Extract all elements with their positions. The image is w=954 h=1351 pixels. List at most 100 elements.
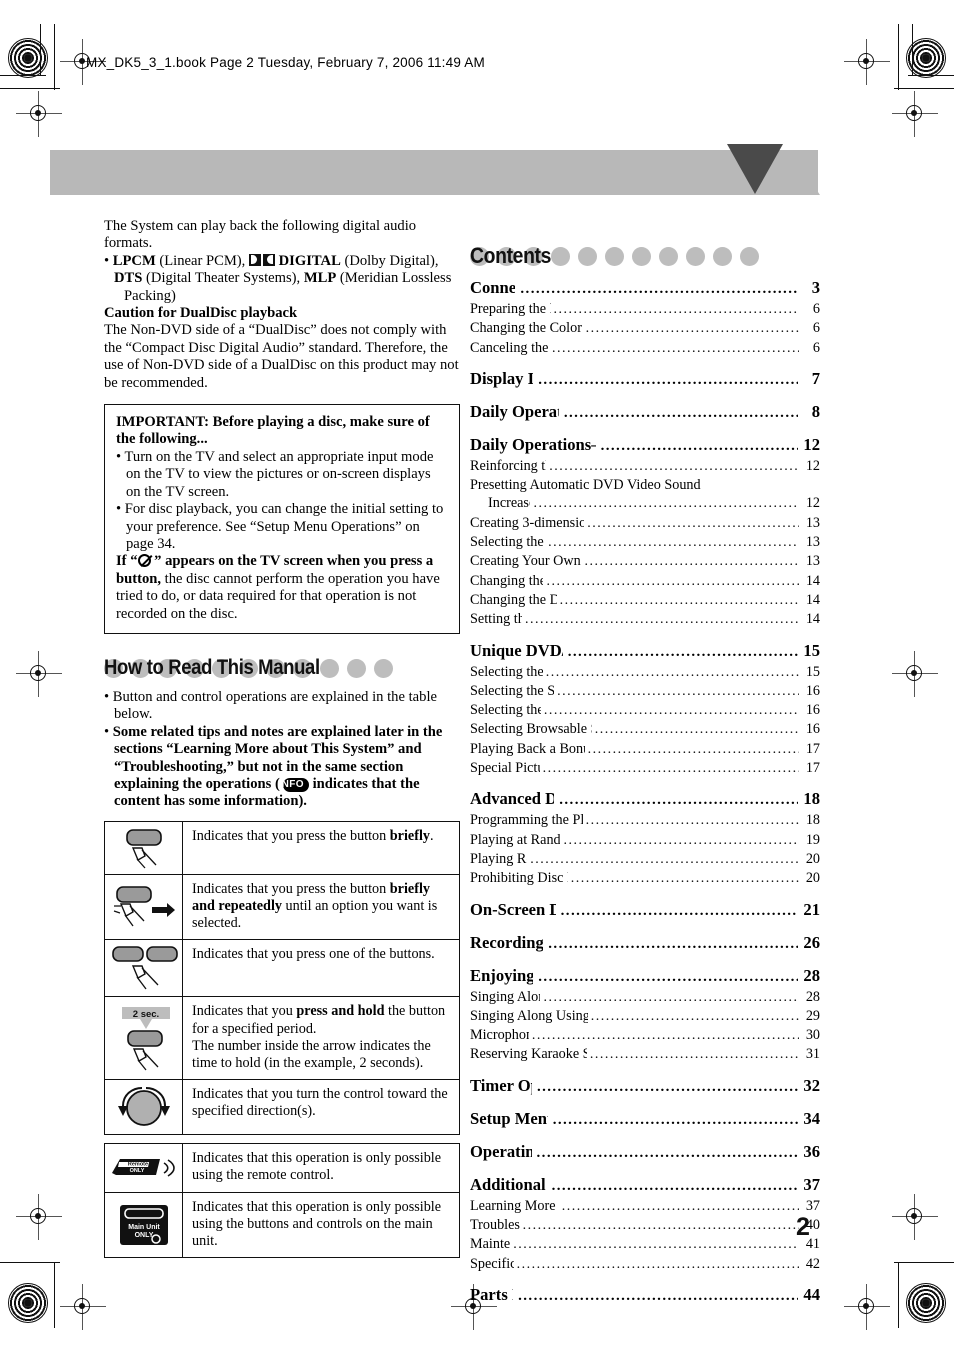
toc-entry-page: 26: [803, 932, 820, 952]
toc-entry-minor[interactable]: Selecting the Sound Track 15: [470, 663, 820, 682]
toc-entry-minor[interactable]: Maintenance41: [470, 1235, 820, 1254]
toc-entry-minor[interactable]: Learning More about This System37: [470, 1197, 820, 1216]
table-of-contents: Connections 3 Preparing the Remote Control…: [470, 277, 820, 1307]
toc-entry-major[interactable]: Unique DVD/VCD Operations 15: [470, 640, 820, 663]
svg-text:Remote: Remote: [127, 1161, 147, 1167]
toc-entry-major[interactable]: Timer Operations 32: [470, 1075, 820, 1098]
toc-entry-minor[interactable]: Playing Back a Bonus Group (CA-MXDK5 onl…: [470, 740, 820, 759]
toc-entry-label: Special Picture Playback: [470, 760, 540, 777]
toc-entry-page: 31: [805, 1046, 820, 1063]
toc-leader-dots: [563, 832, 799, 850]
toc-entry-major[interactable]: Enjoying Karaoke 28: [470, 965, 820, 988]
toc-leader-dots: [585, 553, 799, 571]
toc-entry-minor[interactable]: Creating 3-dimensional Sound Field—3D Ph…: [470, 514, 820, 533]
toc-entry-minor[interactable]: Creating Your Own Sound Modes—User Mode 1…: [470, 552, 820, 571]
toc-leader-dots: [559, 790, 798, 811]
toc-entry-major[interactable]: Additional Information 37: [470, 1174, 820, 1197]
toc-leader-dots: [523, 1217, 799, 1235]
toc-entry-minor[interactable]: Reinforcing the Bass Sound 12: [470, 457, 820, 476]
toc-entry-minor[interactable]: Preparing the Remote Control 6: [470, 300, 820, 319]
toc-entry-label: Playing at Random—Random Play: [470, 831, 561, 848]
toc-entry-minor[interactable]: Selecting the Sound Modes 13: [470, 533, 820, 552]
registration-crosshair-right-lower: [892, 1194, 938, 1240]
important-footer-lead: If “: [116, 553, 138, 570]
toc-entry-minor[interactable]: Selecting Browsable Still Pictures (CA-M…: [470, 720, 820, 739]
toc-entry-page: 13: [805, 553, 820, 570]
toc-entry-minor[interactable]: Changing the Display Brightness 14: [470, 591, 820, 610]
toc-entry-minor[interactable]: Singing Along (Karaoke) 28: [470, 988, 820, 1007]
toc-entry-label: Microphone Mixing: [470, 1027, 529, 1044]
important-heading: IMPORTANT: Before playing a disc, make s…: [116, 414, 430, 448]
toc-leader-dots: [564, 403, 798, 424]
toc-entry-major[interactable]: Display Indication 7: [470, 368, 820, 391]
registration-crosshair-right-middle: [892, 651, 938, 697]
toc-entry-major[interactable]: Daily Operations—Playback 8: [470, 401, 820, 424]
toc-entry-minor[interactable]: Selecting the Subtitle Language 16: [470, 682, 820, 701]
table-row: Indicates that you turn the control towa…: [104, 1079, 460, 1136]
toc-entry-label: Setup Menu Operations: [470, 1108, 548, 1128]
toc-entry-minor[interactable]: Changing the Picture Tone 14: [470, 572, 820, 591]
toc-entry-label: Maintenance: [470, 1236, 511, 1253]
toc-entry-page: 14: [805, 611, 820, 628]
toc-entry-major[interactable]: Connections 3: [470, 277, 820, 300]
toc-entry-minor[interactable]: Presetting Automatic DVD Video Sound: [470, 476, 820, 494]
toc-entry-minor[interactable]: Singing Along Using Stereo Discs—Vocal M…: [470, 1007, 820, 1026]
trim-mark-bottom-left-v: [54, 1262, 56, 1328]
toc-leader-dots: [552, 1176, 798, 1197]
toc-entry-label: Additional Information: [470, 1174, 547, 1194]
toc-entry-minor[interactable]: Selecting the View Angle 16: [470, 701, 820, 720]
toc-leader-dots: [525, 611, 799, 629]
toc-entry-label: Reserving Karaoke Songs—Karaoke Program …: [470, 1046, 587, 1063]
table-row: 2 sec. Indicates that you press and hold…: [104, 996, 460, 1081]
page-header-band: [50, 150, 818, 195]
registration-crosshair-right-upper: [892, 91, 938, 137]
toc-entry-major[interactable]: Operating the TV 36: [470, 1141, 820, 1164]
press-and-hold-icon: 2 sec.: [104, 996, 183, 1081]
toc-entry-major[interactable]: On-Screen Disc Operations 21: [470, 899, 820, 922]
toc-entry-minor[interactable]: Setting the Clock 14: [470, 610, 820, 629]
toc-entry-minor[interactable]: Programming the Playing Order—Program Pl…: [470, 811, 820, 830]
registration-crosshair-left-upper: [16, 91, 62, 137]
toc-entry-minor[interactable]: Increase Level 12: [470, 494, 820, 513]
toc-entry-major[interactable]: Recording Operations 26: [470, 932, 820, 955]
contents-heading: Contents: [470, 241, 820, 271]
toc-entry-page: 7: [811, 368, 820, 388]
toc-entry-major[interactable]: Daily Operations—Sound & Other Adjustmen…: [470, 434, 820, 457]
toc-leader-dots: [520, 279, 798, 300]
trim-mark-top-right-v: [898, 24, 900, 90]
toc-entry-page: 19: [805, 831, 820, 848]
toc-entry-label: Creating Your Own Sound Modes—User Mode: [470, 553, 582, 570]
toc-leader-dots: [554, 301, 799, 319]
toc-entry-minor[interactable]: Reserving Karaoke Songs—Karaoke Program …: [470, 1045, 820, 1064]
toc-entry-major[interactable]: Setup Menu Operations 34: [470, 1108, 820, 1131]
toc-entry-page: 12: [805, 457, 820, 474]
toc-entry-label: Playing Back a Bonus Group (CA-MXDK5 onl…: [470, 740, 585, 757]
toc-entry-minor[interactable]: Playing Repeatedly 20: [470, 850, 820, 869]
heading-dot: [713, 247, 732, 266]
toc-entry-major[interactable]: Parts Index 44: [470, 1284, 820, 1307]
important-footer: If “ ” appears on the TV screen when you…: [116, 553, 448, 623]
toc-entry-minor[interactable]: Troubleshooting40: [470, 1216, 820, 1235]
toc-entry-minor[interactable]: Playing at Random—Random Play 19: [470, 831, 820, 850]
toc-leader-dots: [546, 573, 799, 591]
toc-entry-minor[interactable]: Changing the Color System and Scanning M…: [470, 319, 820, 338]
toc-entry-minor[interactable]: Specifications 42: [470, 1255, 820, 1274]
bullet-glyph: •: [104, 252, 113, 269]
toc-entry-page: 3: [811, 278, 820, 297]
toc-entry-label: Troubleshooting: [470, 1217, 520, 1234]
toc-entry-minor[interactable]: Special Picture Playback 17: [470, 759, 820, 778]
toc-entry-major[interactable]: Advanced Disc Operations 18: [470, 788, 820, 811]
toc-entry-minor[interactable]: Microphone Mixing 30: [470, 1026, 820, 1045]
heading-dot: [578, 247, 597, 266]
toc-entry-minor[interactable]: Prohibiting Disc Ejection—Child Lock 20: [470, 869, 820, 888]
toc-entry-page: 36: [803, 1141, 820, 1161]
svg-text:ONLY: ONLY: [129, 1168, 144, 1174]
toc-leader-dots: [537, 1077, 798, 1098]
toc-entry-minor[interactable]: Canceling the Demonstration 6: [470, 339, 820, 358]
turn-control-knob-icon: [104, 1079, 183, 1136]
table-row-description: Indicates that this operation is only po…: [182, 1191, 460, 1259]
table-row-description: Indicates that you press the button brie…: [182, 873, 460, 941]
toc-entry-page: 16: [805, 721, 820, 738]
toc-leader-dots: [549, 458, 799, 476]
toc-entry-label: Daily Operations—Playback: [470, 401, 559, 421]
